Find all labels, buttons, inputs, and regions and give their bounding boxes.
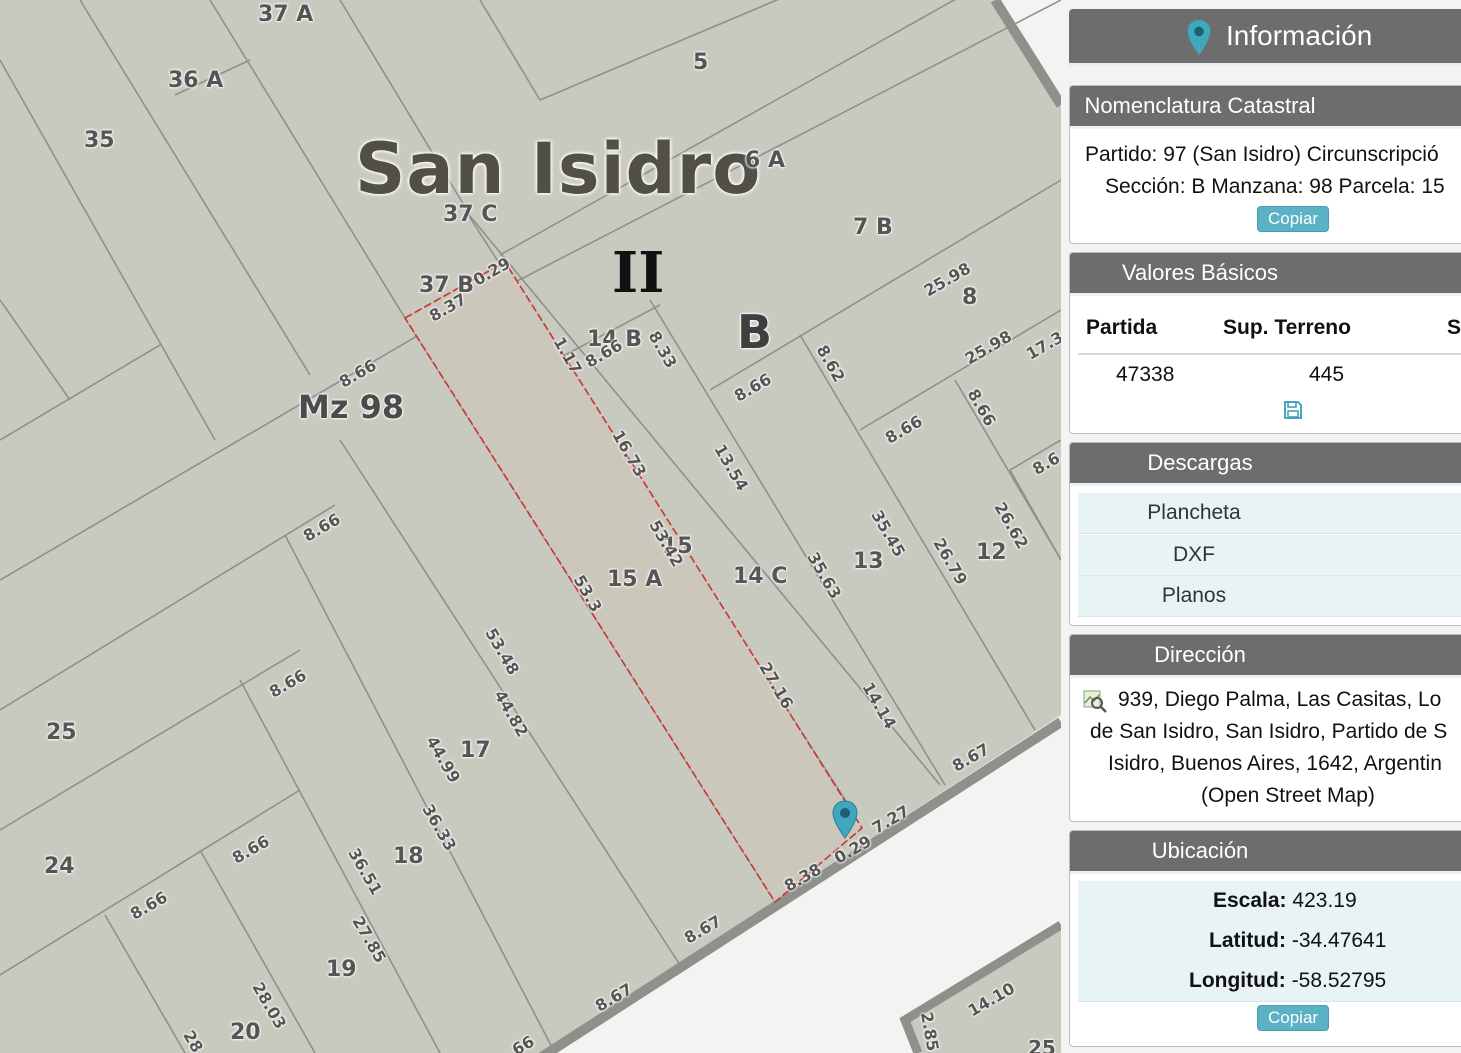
seccion-label: B: [737, 305, 773, 359]
lot-label: 13: [853, 549, 884, 574]
lot-label: 36 A: [168, 68, 224, 93]
escala-value: 423.19: [1292, 889, 1357, 912]
download-planos[interactable]: Planos: [1078, 576, 1461, 617]
column-header: Sup. Terreno: [1223, 316, 1351, 339]
cadastral-map[interactable]: San Isidro II B Mz 98 37 A 36 A 35 5 6 A…: [0, 0, 1061, 1053]
lot-label: 24: [44, 854, 75, 879]
longitud-label: Longitud:: [1189, 969, 1286, 992]
lot-label: 7 B: [853, 215, 893, 240]
lot-label: 6 A: [745, 148, 785, 173]
escala-label: Escala:: [1213, 889, 1287, 912]
panel-title: Información: [1226, 20, 1373, 51]
address-line: 939, Diego Palma, Las Casitas, Lo: [1118, 688, 1442, 711]
info-panel: Información Nomenclatura Catastral Parti…: [1061, 0, 1461, 1053]
lot-label: 14 C: [733, 564, 788, 589]
escala-row: Escala: 423.19: [1078, 881, 1461, 922]
map-search-icon: [1082, 688, 1108, 714]
lot-label: 37 C: [443, 202, 498, 227]
lot-label: 37 B: [419, 273, 475, 298]
latitud-value: -34.47641: [1291, 929, 1387, 952]
nomenclatura-line2: Sección: B Manzana: 98 Parcela: 15: [1105, 175, 1445, 198]
lot-label: 20: [230, 1020, 261, 1045]
ubicacion-header: Ubicación: [1070, 831, 1461, 874]
column-header: S: [1447, 316, 1461, 339]
valores-card: Valores Básicos Partida Sup. Terreno S 4…: [1069, 252, 1461, 434]
nomenclatura-header: Nomenclatura Catastral: [1070, 86, 1461, 129]
copy-location-button[interactable]: Copiar: [1257, 1005, 1330, 1031]
district-label: San Isidro: [355, 128, 762, 210]
nomenclatura-card: Nomenclatura Catastral Partido: 97 (San …: [1069, 85, 1461, 244]
map-pin-icon[interactable]: [832, 800, 858, 840]
copy-nomenclatura-button[interactable]: Copiar: [1257, 206, 1330, 232]
ubicacion-card: Ubicación Escala: 423.19 Latitud: -34.47…: [1069, 830, 1461, 1047]
lot-label: 5: [693, 50, 709, 75]
latitud-label: Latitud:: [1209, 929, 1286, 952]
superficie-value: 445: [1309, 363, 1345, 386]
floppy-disk-icon[interactable]: [1283, 400, 1303, 420]
info-title-card: Información: [1069, 9, 1461, 65]
direccion-header: Dirección: [1070, 635, 1461, 678]
map-pin-icon: [1186, 19, 1212, 57]
lot-label: 8: [962, 285, 978, 310]
address-line: de San Isidro, San Isidro, Partido de S: [1090, 720, 1448, 743]
direccion-card: Dirección 939, Diego Palma, Las Casitas,…: [1069, 634, 1461, 822]
table-divider: [1078, 353, 1461, 355]
title-underline: [1069, 63, 1461, 66]
longitud-value: -58.52795: [1291, 969, 1387, 992]
address-line: Isidro, Buenos Aires, 1642, Argentin: [1108, 752, 1442, 775]
lot-label: 18: [393, 844, 424, 869]
dimension-label: 25: [1028, 1036, 1056, 1053]
osm-source[interactable]: (Open Street Map): [1201, 780, 1375, 812]
manzana-label: Mz 98: [298, 388, 405, 426]
descargas-header: Descargas: [1070, 443, 1461, 486]
lot-label: 37 A: [258, 2, 314, 27]
lot-label: 35: [84, 128, 115, 153]
download-plancheta[interactable]: Plancheta: [1078, 493, 1461, 534]
circunscripcion-label: II: [612, 240, 665, 306]
valores-header: Valores Básicos: [1070, 253, 1461, 296]
lot-label: 15 A: [607, 567, 663, 592]
lot-label: 17: [460, 738, 491, 763]
download-dxf[interactable]: DXF: [1078, 535, 1461, 576]
lot-label: 25: [46, 720, 77, 745]
column-header: Partida: [1086, 316, 1158, 339]
descargas-card: Descargas Plancheta DXF Planos: [1069, 442, 1461, 626]
lot-label: 12: [976, 540, 1007, 565]
partida-value: 47338: [1116, 363, 1175, 386]
lot-label: 19: [326, 957, 357, 982]
nomenclatura-line1: Partido: 97 (San Isidro) Circunscripció: [1085, 143, 1439, 166]
longitud-row: Longitud: -58.52795: [1078, 961, 1461, 1002]
latitud-row: Latitud: -34.47641: [1078, 921, 1461, 962]
